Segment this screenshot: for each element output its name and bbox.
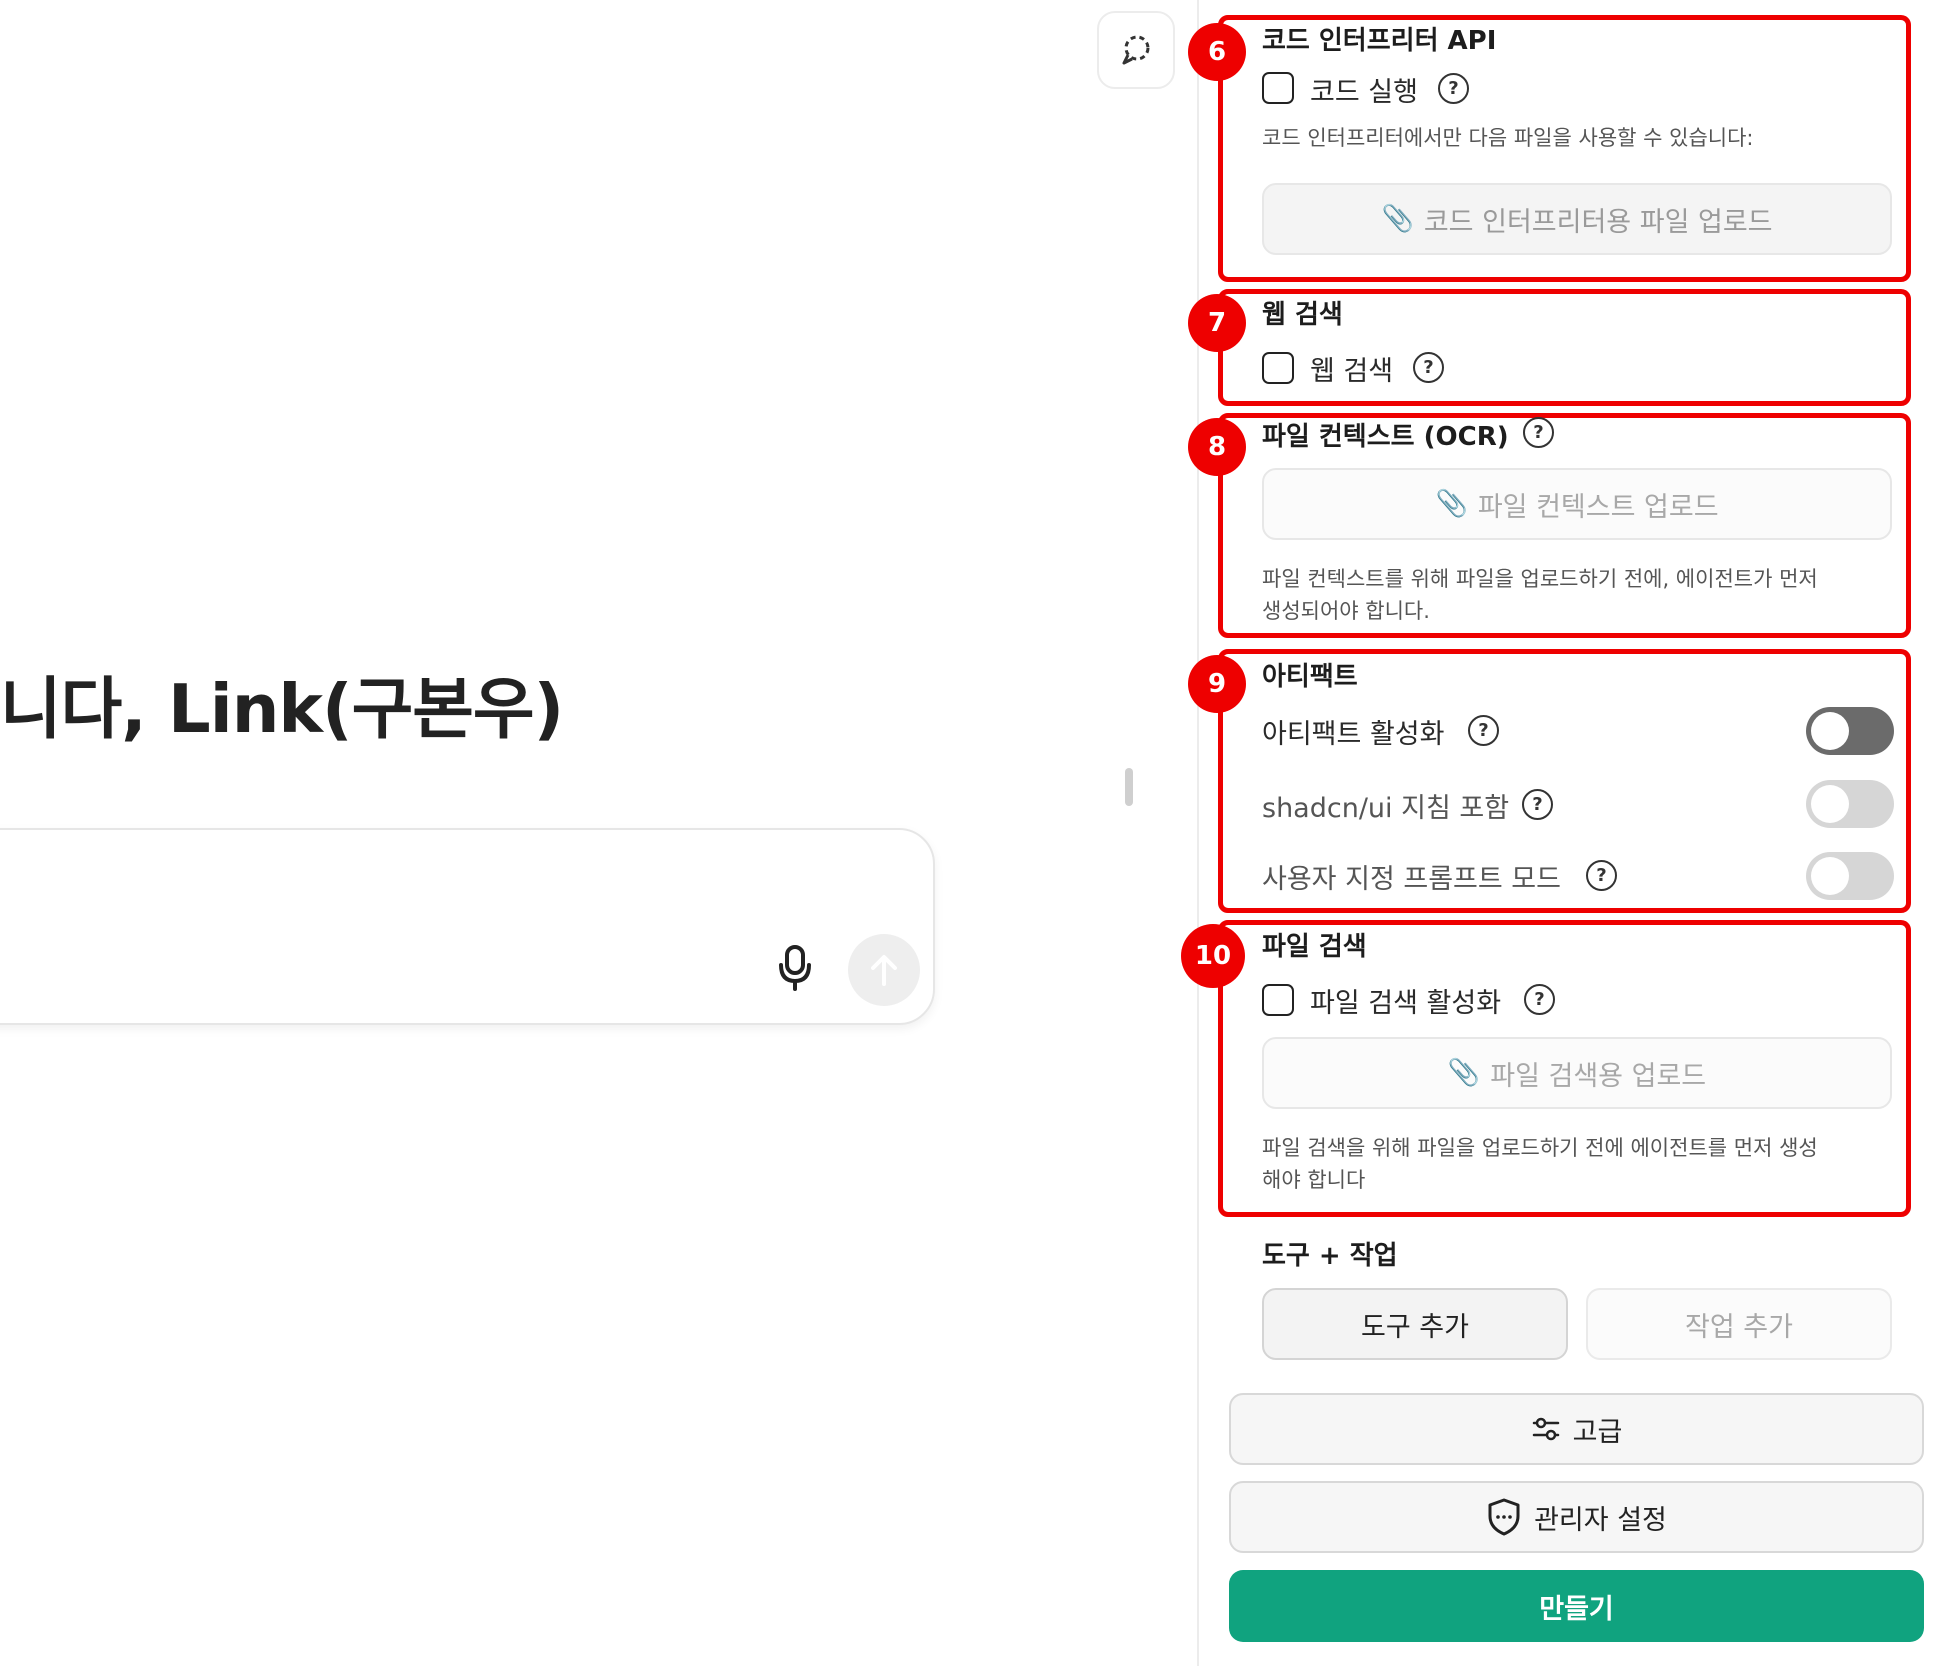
question-circle-icon[interactable]: ? xyxy=(1438,73,1469,104)
add-action-button[interactable]: 작업 추가 xyxy=(1586,1288,1892,1360)
custom-prompt-mode-toggle[interactable] xyxy=(1806,852,1894,900)
file-search-checkbox[interactable] xyxy=(1262,984,1294,1016)
question-circle-icon[interactable]: ? xyxy=(1522,789,1553,820)
send-button[interactable] xyxy=(848,934,920,1006)
code-interpreter-upload-button[interactable]: 📎 코드 인터프리터용 파일 업로드 xyxy=(1262,183,1892,255)
file-search-label: 파일 검색 활성화 xyxy=(1310,988,1502,1019)
file-search-upload-label: 파일 검색용 업로드 xyxy=(1490,1060,1707,1092)
panel-resize-handle[interactable] xyxy=(1125,768,1133,806)
microphone-button[interactable] xyxy=(770,940,820,996)
artifacts-enable-toggle[interactable] xyxy=(1806,707,1894,755)
annotation-badge-10: 10 xyxy=(1181,924,1245,988)
question-circle-icon[interactable]: ? xyxy=(1523,417,1554,448)
sliders-icon xyxy=(1532,1417,1559,1441)
advanced-button[interactable]: 고급 xyxy=(1229,1393,1924,1465)
file-search-note-line2: 해야 합니다 xyxy=(1262,1168,1366,1192)
file-context-upload-label: 파일 컨텍스트 업로드 xyxy=(1477,491,1719,523)
paperclip-icon: 📎 xyxy=(1381,204,1414,234)
tools-actions-title: 도구 + 작업 xyxy=(1262,1241,1398,1271)
web-search-title: 웹 검색 xyxy=(1262,300,1343,330)
web-search-label: 웹 검색 xyxy=(1310,356,1394,387)
code-execution-checkbox[interactable] xyxy=(1262,72,1294,104)
artifacts-toggle-label-3: 사용자 지정 프롬프트 모드 xyxy=(1262,864,1561,895)
chat-history-toggle-button[interactable] xyxy=(1097,11,1175,89)
code-interpreter-upload-label: 코드 인터프리터용 파일 업로드 xyxy=(1423,206,1773,238)
annotation-badge-9: 9 xyxy=(1188,655,1246,713)
chat-bubble-dashed-icon xyxy=(1122,35,1150,65)
file-search-upload-button[interactable]: 📎 파일 검색용 업로드 xyxy=(1262,1037,1892,1109)
question-circle-icon[interactable]: ? xyxy=(1586,860,1617,891)
question-circle-icon[interactable]: ? xyxy=(1524,984,1555,1015)
question-circle-icon[interactable]: ? xyxy=(1468,715,1499,746)
create-button[interactable]: 만들기 xyxy=(1229,1570,1924,1642)
arrow-up-icon xyxy=(871,955,897,986)
artifacts-toggle-label-2: shadcn/ui 지침 포함 xyxy=(1262,793,1510,824)
annotation-badge-6: 6 xyxy=(1188,23,1246,81)
artifacts-title: 아티팩트 xyxy=(1262,662,1358,692)
file-context-note-line1: 파일 컨텍스트를 위해 파일을 업로드하기 전에, 에이전트가 먼저 xyxy=(1262,567,1818,591)
artifacts-toggle-label-1: 아티팩트 활성화 xyxy=(1262,719,1445,750)
file-context-title: 파일 컨텍스트 (OCR) xyxy=(1262,422,1509,452)
code-interpreter-title: 코드 인터프리터 API xyxy=(1262,26,1497,56)
paperclip-icon: 📎 xyxy=(1447,1058,1481,1088)
microphone-icon xyxy=(779,945,811,991)
annotation-badge-8: 8 xyxy=(1188,418,1246,476)
advanced-label: 고급 xyxy=(1572,1416,1623,1448)
shield-icon xyxy=(1488,1498,1520,1536)
file-search-note-line1: 파일 검색을 위해 파일을 업로드하기 전에 에이전트를 먼저 생성 xyxy=(1262,1136,1818,1160)
welcome-heading: 니다, Link(구본우) xyxy=(0,670,564,748)
code-execution-label: 코드 실행 xyxy=(1310,77,1418,108)
shadcn-instructions-toggle[interactable] xyxy=(1806,780,1894,828)
app-root: 니다, Link(구본우) 6 코드 인터프리터 API 코드 실행 ? 코드 … xyxy=(0,0,1934,1666)
panel-divider xyxy=(1197,0,1199,1666)
file-context-note-line2: 생성되어야 합니다. xyxy=(1262,599,1430,623)
admin-settings-label: 관리자 설정 xyxy=(1534,1504,1667,1536)
paperclip-icon: 📎 xyxy=(1435,489,1468,519)
web-search-checkbox[interactable] xyxy=(1262,352,1294,384)
file-context-upload-button[interactable]: 📎 파일 컨텍스트 업로드 xyxy=(1262,468,1892,540)
admin-settings-button[interactable]: 관리자 설정 xyxy=(1229,1481,1924,1553)
annotation-badge-7: 7 xyxy=(1188,294,1246,352)
question-circle-icon[interactable]: ? xyxy=(1413,352,1444,383)
code-interpreter-note: 코드 인터프리터에서만 다음 파일을 사용할 수 있습니다: xyxy=(1262,126,1754,150)
file-search-title: 파일 검색 xyxy=(1262,932,1367,962)
add-tool-button[interactable]: 도구 추가 xyxy=(1262,1288,1568,1360)
